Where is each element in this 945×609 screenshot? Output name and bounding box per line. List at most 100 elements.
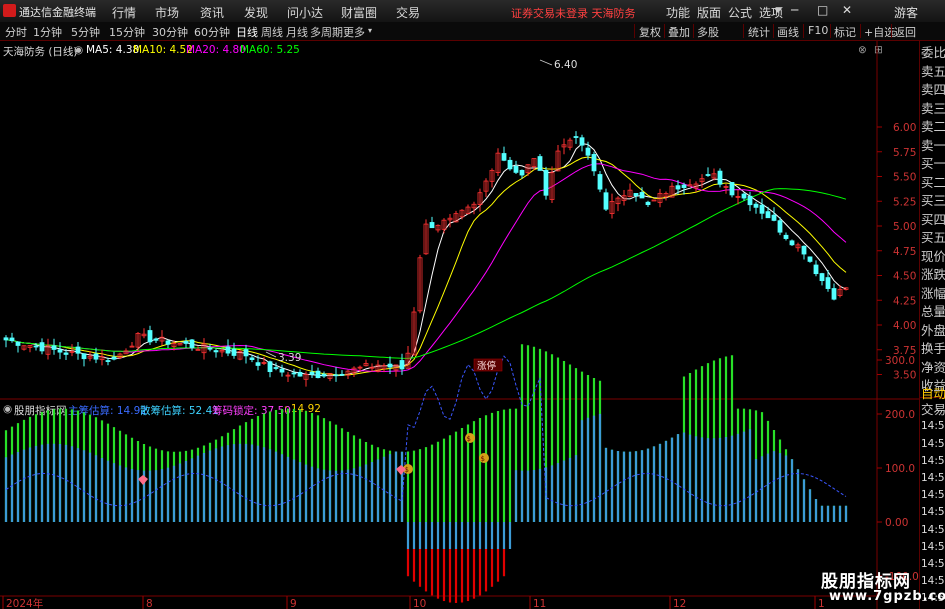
menu-item-banmian[interactable]: 版面 xyxy=(697,4,721,21)
low-price-annotation: 3.39 xyxy=(278,352,301,364)
app-title: 通达信金融终端 xyxy=(19,6,96,19)
menu-item-hangqing[interactable]: 行情 xyxy=(112,4,136,21)
indicator-tick-label: 300.0 xyxy=(885,355,915,367)
svg-text:$: $ xyxy=(481,455,485,463)
indicator-tick-label: 200.0 xyxy=(885,409,915,421)
toolbar-huaxian[interactable]: 画线 xyxy=(777,24,799,40)
candle-body xyxy=(255,362,261,366)
toolbar-duogu[interactable]: 多股 xyxy=(697,24,719,40)
candle-body xyxy=(681,184,687,188)
candle-body xyxy=(243,349,249,357)
menu-item-caifuquan[interactable]: 财富圈 xyxy=(341,4,377,21)
period-weekly[interactable]: 周线 xyxy=(261,24,283,40)
menu-item-jiaoyi[interactable]: 交易 xyxy=(396,4,420,21)
toolbar-f10[interactable]: F10 xyxy=(808,24,828,37)
candle-body xyxy=(51,345,57,350)
period-15min[interactable]: 15分钟 xyxy=(109,24,145,40)
panel-mode-0[interactable]: 自动 xyxy=(921,387,945,400)
period-60min[interactable]: 60分钟 xyxy=(194,24,230,40)
candle-body xyxy=(537,156,543,171)
menu-item-shichang[interactable]: 市场 xyxy=(155,4,179,21)
price-tick-label: 5.25 xyxy=(893,196,916,208)
toolbar-back[interactable]: 返回 xyxy=(894,24,916,40)
candlesticks xyxy=(3,131,849,387)
panel-label-0: 委比 xyxy=(921,45,945,60)
toolbar-diejia[interactable]: 叠加 xyxy=(668,24,690,40)
candle-body xyxy=(819,273,825,282)
time-axis: 2024年 8 9 10 11 12 1 xyxy=(2,596,825,609)
candle-body xyxy=(543,170,549,196)
candle-body xyxy=(573,136,579,138)
candle-body xyxy=(783,234,789,239)
close-button[interactable]: ✕ xyxy=(842,3,852,17)
time-tick-label: 9 xyxy=(290,598,297,609)
login-warning[interactable]: 证券交易未登录 天海防务 xyxy=(511,5,636,21)
chart-area[interactable]: 6.005.755.505.255.004.754.504.254.003.75… xyxy=(0,41,919,609)
toolbar-fuquan[interactable]: 复权 xyxy=(639,24,661,40)
dropdown-icon[interactable] xyxy=(774,8,782,13)
candle-body xyxy=(501,153,507,161)
tick-time-row: 14:56 xyxy=(921,437,945,450)
toolbar-biaoji[interactable]: 标记 xyxy=(834,24,856,40)
time-tick-label: 11 xyxy=(533,598,546,609)
maximize-button[interactable]: □ xyxy=(817,3,828,17)
candle-body xyxy=(93,353,99,360)
candle-body xyxy=(333,374,339,377)
candle-body xyxy=(771,214,777,221)
candle-body xyxy=(387,363,393,368)
period-5min[interactable]: 5分钟 xyxy=(71,24,100,40)
panel-label-9: 买四 xyxy=(921,211,945,227)
indicator-axis: 300.0200.0100.00.00-100.0 xyxy=(877,355,919,583)
price-tick-label: 5.00 xyxy=(893,221,916,233)
menu-item-gongneng[interactable]: 功能 xyxy=(666,4,690,21)
menu-item-zixun[interactable]: 资讯 xyxy=(200,4,224,21)
panel-label-8: 买三 xyxy=(921,193,945,208)
tick-time-row: 14:56 xyxy=(921,506,945,519)
menu-item-wenxiaoda[interactable]: 问小达 xyxy=(287,4,323,21)
candle-body xyxy=(57,349,63,353)
limit-up-tag: 涨停 xyxy=(477,360,497,372)
candle-body xyxy=(777,220,783,233)
period-daily[interactable]: 日线 xyxy=(236,24,258,40)
candle-body xyxy=(63,352,69,355)
quote-side-panel: 委比 卖五 卖四 卖三 卖二 卖一 买一 买二 买三 买四 买五 现价 涨跌 涨幅 总量 外盘 换手 净资 收益 自动… xyxy=(919,41,945,609)
period-30min[interactable]: 30分钟 xyxy=(152,24,188,40)
period-fenshi[interactable]: 分时 xyxy=(5,24,27,40)
menu-item-faxian[interactable]: 发现 xyxy=(244,4,268,21)
candle-body xyxy=(753,203,759,208)
watermark: 股朋指标网 www.7gpzb.com xyxy=(817,567,945,607)
price-axis: 6.005.755.505.255.004.754.504.254.003.75… xyxy=(877,122,916,382)
period-1min[interactable]: 1分钟 xyxy=(33,24,62,40)
panel-mode-1[interactable]: 交易 xyxy=(921,403,945,416)
price-tick-label: 3.50 xyxy=(893,370,916,382)
price-tick-label: 5.50 xyxy=(893,172,916,184)
money-bag-icon: $ xyxy=(465,433,475,443)
watermark-url: www.7gpzb.com xyxy=(829,589,945,604)
candle-body xyxy=(105,360,111,362)
price-tick-label: 4.50 xyxy=(893,271,916,283)
ma20-line xyxy=(5,163,847,373)
period-multi[interactable]: 多周期 xyxy=(310,24,343,40)
period-monthly[interactable]: 月线 xyxy=(286,24,308,40)
menu-item-gongshi[interactable]: 公式 xyxy=(728,4,752,21)
more-dropdown-icon[interactable]: ▾ xyxy=(368,26,372,35)
title-bar: 通达信金融终端 行情 市场 资讯 发现 问小达 财富圈 交易 证券交易未登录 天… xyxy=(0,0,945,23)
panel-label-16: 换手 xyxy=(921,341,945,356)
guest-label[interactable]: 游客 xyxy=(894,4,918,21)
candle-body xyxy=(81,353,87,360)
high-price-annotation: 6.40 xyxy=(554,59,577,71)
indicator-tick-label: 100.0 xyxy=(885,463,915,475)
money-bag-icon: $ xyxy=(479,453,489,463)
candle-body xyxy=(291,372,297,375)
period-more[interactable]: 更多 xyxy=(343,24,365,40)
toolbar-tongji[interactable]: 统计 xyxy=(748,24,770,40)
candle-body xyxy=(15,341,21,346)
candle-body xyxy=(429,222,435,229)
tick-time-row: 14:56 xyxy=(921,454,945,467)
minimize-button[interactable]: ─ xyxy=(791,3,798,17)
candle-body xyxy=(825,277,831,289)
panel-label-5: 卖一 xyxy=(921,137,945,153)
candle-body xyxy=(717,170,723,185)
candle-body xyxy=(597,174,603,190)
panel-label-15: 外盘 xyxy=(921,322,945,338)
